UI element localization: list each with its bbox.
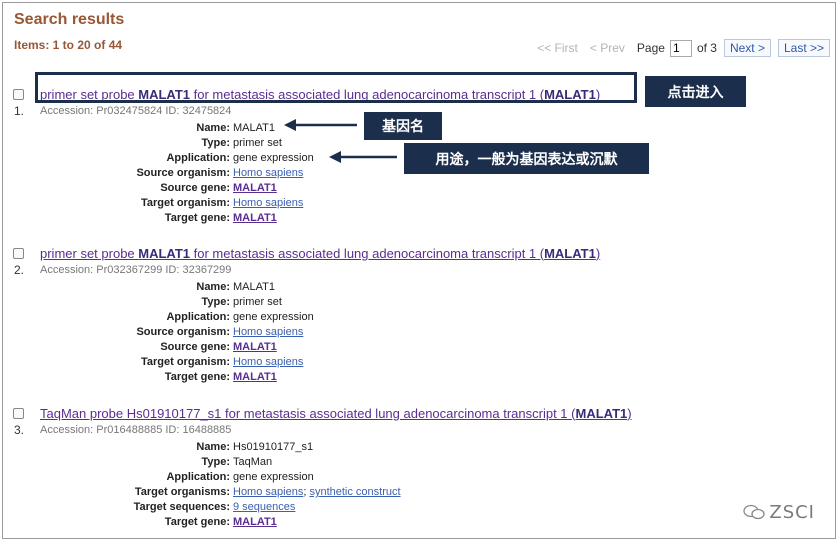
name-value: Hs01910177_s1 (233, 441, 314, 453)
source-organism-link[interactable]: Homo sapiens (233, 167, 303, 179)
accession-text: Accession: Pr032367299 ID: 32367299 (40, 264, 232, 276)
last-page-button[interactable]: Last >> (777, 39, 830, 57)
source-organism-link[interactable]: Homo sapiens (233, 326, 303, 338)
synthetic-construct-link[interactable]: synthetic construct (309, 486, 400, 498)
page-label: Page (636, 41, 665, 55)
target-gene-label: Target gene: (164, 212, 230, 224)
page-count: of 3 (696, 41, 717, 55)
wechat-icon (743, 504, 766, 520)
result-number: 2. (14, 263, 25, 277)
source-organism-label: Source organism: (136, 167, 230, 179)
type-label: Type: (201, 456, 230, 468)
target-sequences-label: Target sequences: (133, 501, 230, 513)
result-checkbox[interactable] (13, 248, 24, 259)
target-organism-label: Target organism: (140, 197, 230, 209)
type-value: primer set (233, 296, 282, 308)
application-label: Application: (166, 311, 230, 323)
name-label: Name: (196, 441, 230, 453)
target-gene-link[interactable]: MALAT1 (233, 371, 277, 383)
result-checkbox[interactable] (13, 89, 24, 100)
arrow-left-icon (284, 119, 357, 131)
click-enter-callout: 点击进入 (645, 76, 746, 107)
target-organism-link[interactable]: Homo sapiens (233, 197, 303, 209)
target-organism-link[interactable]: Homo sapiens (233, 486, 303, 498)
target-organisms-label: Target organisms: (134, 486, 230, 498)
usage-callout: 用途，一般为基因表达或沉默 (404, 143, 649, 174)
result-checkbox[interactable] (13, 408, 24, 419)
accession-text: Accession: Pr032475824 ID: 32475824 (40, 105, 232, 117)
gene-name-callout: 基因名 (364, 112, 442, 140)
application-label: Application: (166, 152, 230, 164)
target-gene-label: Target gene: (164, 371, 230, 383)
type-label: Type: (201, 296, 230, 308)
source-gene-link[interactable]: MALAT1 (233, 182, 277, 194)
target-gene-label: Target gene: (164, 516, 230, 528)
application-label: Application: (166, 471, 230, 483)
target-gene-link[interactable]: MALAT1 (233, 212, 277, 224)
target-gene-link[interactable]: MALAT1 (233, 516, 277, 528)
application-value: gene expression (233, 471, 314, 483)
organism-separator: ; (303, 486, 307, 498)
watermark: ZSCI (743, 502, 815, 523)
target-sequences-link[interactable]: 9 sequences (233, 501, 295, 513)
highlight-box (35, 72, 637, 103)
next-page-button[interactable]: Next > (723, 39, 771, 57)
type-value: TaqMan (233, 456, 273, 468)
arrow-left-icon (329, 151, 397, 163)
source-gene-label: Source gene: (160, 341, 230, 353)
pager: << First < Prev Page of 3 Next > Last >> (537, 39, 830, 57)
source-gene-link[interactable]: MALAT1 (233, 341, 277, 353)
prev-page-link[interactable]: < Prev (590, 41, 625, 55)
application-value: gene expression (233, 152, 314, 164)
type-label: Type: (201, 137, 230, 149)
accession-text: Accession: Pr016488885 ID: 16488885 (40, 424, 232, 436)
page-input[interactable] (669, 39, 692, 57)
target-organism-link[interactable]: Homo sapiens (233, 356, 303, 368)
source-organism-label: Source organism: (136, 326, 230, 338)
type-value: primer set (233, 137, 282, 149)
name-label: Name: (196, 281, 230, 293)
target-organism-label: Target organism: (140, 356, 230, 368)
result-number: 1. (14, 104, 25, 118)
result-number: 3. (14, 423, 25, 437)
name-label: Name: (196, 122, 230, 134)
name-value: MALAT1 (233, 281, 275, 293)
result-title-link[interactable]: primer set probe MALAT1 for metastasis a… (40, 246, 600, 261)
first-page-link[interactable]: << First (537, 41, 578, 55)
page-title: Search results (14, 11, 125, 28)
application-value: gene expression (233, 311, 314, 323)
watermark-text: ZSCI (769, 502, 815, 523)
result-title-link[interactable]: TaqMan probe Hs01910177_s1 for metastasi… (40, 406, 632, 421)
source-gene-label: Source gene: (160, 182, 230, 194)
items-summary: Items: 1 to 20 of 44 (14, 38, 123, 52)
name-value: MALAT1 (233, 122, 275, 134)
